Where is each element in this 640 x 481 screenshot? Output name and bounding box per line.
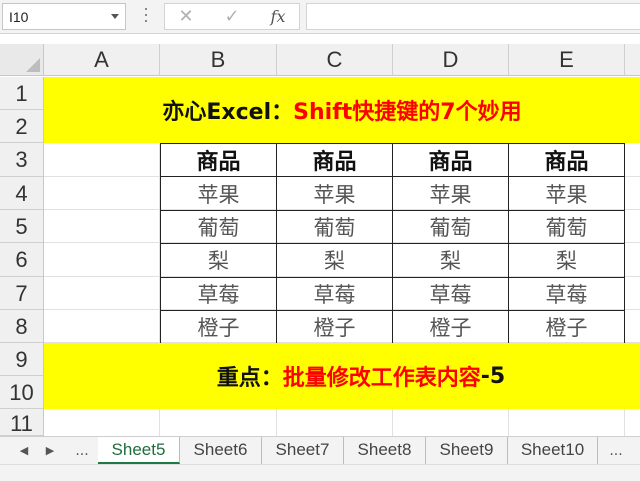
table-cell[interactable]: 葡萄 [160,209,277,245]
title-banner[interactable]: 亦心Excel： Shift快捷键的7个妙用 [44,77,640,143]
chevron-down-icon[interactable] [111,14,119,19]
table-header-cell[interactable]: 商品 [392,142,509,178]
table-cell[interactable]: 橙子 [160,309,277,345]
row-header-4[interactable]: 4 [0,177,44,210]
row-header-10[interactable]: 10 [0,376,44,409]
title-highlight: Shift快捷键的7个妙用 [293,100,522,125]
table-cell[interactable]: 草莓 [160,276,277,311]
key-point-banner[interactable]: 重点： 批量修改工作表内容 -5 [44,343,640,409]
table-cell[interactable]: 橙子 [276,309,393,345]
table-cell[interactable]: 葡萄 [392,209,509,245]
formula-buttons: ✕ ✓ fx [164,3,300,30]
sheet-tab-bar: ◀ ▶ ... Sheet5 Sheet6 Sheet7 Sheet8 Shee… [0,436,640,464]
status-bar [0,464,640,481]
key-point-number: -5 [480,363,506,389]
row-header-1[interactable]: 1 [0,77,44,110]
column-header-e[interactable]: E [509,44,625,76]
enter-icon[interactable]: ✓ [219,7,245,27]
more-sheets-button[interactable]: ... [72,443,92,459]
table-cell[interactable]: 梨 [160,243,277,278]
more-sheets-right-button[interactable]: ... [606,443,626,459]
row-header-3[interactable]: 3 [0,143,44,177]
table-cell[interactable]: 梨 [276,243,393,278]
scroll-right-icon[interactable]: ▶ [42,443,58,459]
row-header-5[interactable]: 5 [0,210,44,243]
product-table: 商品 商品 商品 商品 苹果 苹果 苹果 苹果 葡萄 葡萄 葡萄 葡萄 梨 梨 … [160,142,625,345]
table-cell[interactable]: 苹果 [392,176,509,211]
name-box[interactable]: I10 [2,3,126,30]
tab-sheet8[interactable]: Sheet8 [344,437,426,464]
table-header-row: 商品 商品 商品 商品 [160,142,625,178]
table-cell[interactable]: 苹果 [276,176,393,211]
table-cell[interactable]: 橙子 [392,309,509,345]
table-cell[interactable]: 草莓 [392,276,509,311]
table-header-cell[interactable]: 商品 [160,142,277,178]
table-cell[interactable]: 草莓 [508,276,625,311]
row-header-9[interactable]: 9 [0,343,44,376]
tab-sheet10[interactable]: Sheet10 [508,437,598,464]
column-header-f[interactable] [625,44,640,76]
formula-bar-area: I10 ✕ ✓ fx [0,0,640,34]
tab-sheet6[interactable]: Sheet6 [180,437,262,464]
row-header-11[interactable]: 11 [0,409,44,436]
row-header-7[interactable]: 7 [0,277,44,310]
select-all-triangle-icon [26,58,40,72]
table-cell[interactable]: 草莓 [276,276,393,311]
table-cell[interactable]: 葡萄 [276,209,393,245]
key-point-highlight: 批量修改工作表内容 [282,366,481,391]
drag-handle-icon[interactable] [144,8,148,26]
name-box-value: I10 [9,9,29,25]
table-row: 苹果 苹果 苹果 苹果 [160,176,625,211]
insert-function-icon[interactable]: fx [265,7,291,27]
table-row: 梨 梨 梨 梨 [160,243,625,278]
row-header-2[interactable]: 2 [0,110,44,143]
key-point-prefix: 重点： [216,366,283,391]
column-header-d[interactable]: D [393,44,509,76]
tab-sheet7[interactable]: Sheet7 [262,437,344,464]
table-header-cell[interactable]: 商品 [276,142,393,178]
scroll-left-icon[interactable]: ◀ [16,443,32,459]
title-prefix: 亦心Excel： [162,100,294,125]
table-row: 橙子 橙子 橙子 橙子 [160,309,625,345]
column-header-c[interactable]: C [277,44,393,76]
column-header-a[interactable]: A [44,44,160,76]
cancel-icon[interactable]: ✕ [173,7,199,27]
row-header-8[interactable]: 8 [0,310,44,343]
tab-sheet5[interactable]: Sheet5 [98,437,180,464]
formula-input[interactable] [306,3,640,30]
tab-sheet9[interactable]: Sheet9 [426,437,508,464]
table-cell[interactable]: 梨 [508,243,625,278]
table-cell[interactable]: 苹果 [508,176,625,211]
table-cell[interactable]: 橙子 [508,309,625,345]
table-row: 葡萄 葡萄 葡萄 葡萄 [160,209,625,245]
table-header-cell[interactable]: 商品 [508,142,625,178]
table-row: 草莓 草莓 草莓 草莓 [160,276,625,311]
select-all-button[interactable] [0,44,44,76]
row-header-6[interactable]: 6 [0,243,44,277]
table-cell[interactable]: 葡萄 [508,209,625,245]
column-header-b[interactable]: B [160,44,277,76]
table-cell[interactable]: 苹果 [160,176,277,211]
table-cell[interactable]: 梨 [392,243,509,278]
